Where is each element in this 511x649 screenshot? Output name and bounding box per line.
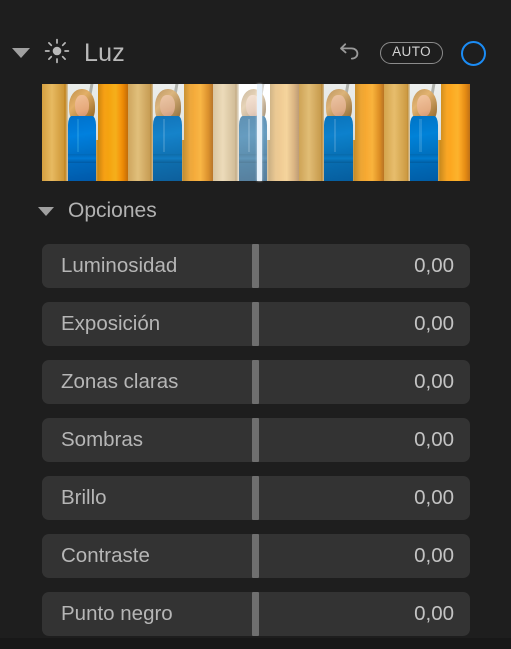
filmstrip-thumbnail[interactable] <box>42 84 128 181</box>
thumbnail-dress-belt <box>67 153 96 163</box>
slider-row-brillo[interactable]: Brillo 0,00 <box>42 476 470 520</box>
slider-handle[interactable] <box>252 244 259 288</box>
thumbnail-curtain-left <box>42 84 65 181</box>
page-title: Luz <box>84 38 125 67</box>
thumbnail-dress-fold <box>162 118 165 152</box>
header-controls: AUTO <box>338 39 486 68</box>
slider-handle[interactable] <box>252 418 259 462</box>
thumbnail-dress <box>238 116 268 181</box>
slider-row-contraste[interactable]: Contraste 0,00 <box>42 534 470 578</box>
thumbnail-curtain-right <box>365 84 385 181</box>
filmstrip-thumbnail[interactable] <box>127 84 214 181</box>
thumbnail-dress <box>67 116 96 181</box>
thumbnail-curtain-right <box>108 84 128 181</box>
slider-value[interactable]: 0,00 <box>414 592 454 636</box>
revert-arrow-icon[interactable] <box>338 39 362 68</box>
thumbnail-face <box>160 94 175 117</box>
options-label: Opciones <box>68 199 157 222</box>
thumbnail-dress-belt <box>410 153 439 163</box>
thumbnail-dress-belt <box>238 153 268 163</box>
slider-value[interactable]: 0,00 <box>414 360 454 404</box>
slider-row-punto-negro[interactable]: Punto negro 0,00 <box>42 592 470 636</box>
thumbnail-dress-belt <box>324 153 353 163</box>
filmstrip-thumbnail[interactable] <box>298 84 385 181</box>
thumbnail-dress <box>153 116 182 181</box>
slider-value[interactable]: 0,00 <box>414 476 454 520</box>
slider-row-luminosidad[interactable]: Luminosidad 0,00 <box>42 244 470 288</box>
filmstrip-playhead[interactable] <box>257 84 262 181</box>
slider-handle[interactable] <box>252 476 259 520</box>
slider-row-zonas-claras[interactable]: Zonas claras 0,00 <box>42 360 470 404</box>
slider-row-exposicion[interactable]: Exposición 0,00 <box>42 302 470 346</box>
auto-button[interactable]: AUTO <box>380 42 443 64</box>
thumbnail-dress-fold <box>333 118 336 152</box>
filmstrip-thumbnail[interactable] <box>384 84 470 181</box>
slider-label: Zonas claras <box>61 370 179 393</box>
filmstrip-thumbnail-selected[interactable] <box>213 84 299 181</box>
slider-label: Luminosidad <box>61 254 178 277</box>
slider-row-sombras[interactable]: Sombras 0,00 <box>42 418 470 462</box>
slider-value[interactable]: 0,00 <box>414 534 454 578</box>
panel-bottom-edge <box>0 638 511 649</box>
thumbnail-curtain-left <box>298 84 322 181</box>
thumbnail-curtain-left <box>213 84 236 181</box>
triangle-down-icon[interactable] <box>38 206 54 216</box>
slider-handle[interactable] <box>252 302 259 346</box>
thumbnail-face <box>74 94 90 117</box>
slider-handle[interactable] <box>252 360 259 404</box>
thumbnail-dress-belt <box>153 153 182 163</box>
thumbnail-dress-fold <box>419 118 422 152</box>
light-variations-filmstrip[interactable] <box>42 84 470 181</box>
light-adjustment-panel: Luz AUTO Opciones Luminosidad 0,00 Expos… <box>0 0 511 649</box>
slider-list: Luminosidad 0,00 Exposición 0,00 Zonas c… <box>42 244 470 649</box>
thumbnail-curtain-left <box>384 84 407 181</box>
slider-value[interactable]: 0,00 <box>414 418 454 462</box>
slider-label: Exposición <box>61 312 161 335</box>
slider-label: Brillo <box>61 486 107 509</box>
thumbnail-face <box>331 94 346 117</box>
sun-icon <box>44 38 70 69</box>
thumbnail-curtain-right <box>194 84 214 181</box>
thumbnail-dress-fold <box>248 118 251 152</box>
slider-label: Punto negro <box>61 602 173 625</box>
thumbnail-curtain-right <box>279 84 299 181</box>
thumbnail-dress <box>324 116 353 181</box>
options-disclosure-row[interactable]: Opciones <box>0 193 511 229</box>
thumbnail-dress <box>410 116 439 181</box>
thumbnail-dress-fold <box>77 118 80 152</box>
slider-label: Contraste <box>61 544 150 567</box>
slider-handle[interactable] <box>252 592 259 636</box>
slider-value[interactable]: 0,00 <box>414 302 454 346</box>
section-header[interactable]: Luz AUTO <box>0 30 511 76</box>
thumbnail-curtain-left <box>127 84 150 181</box>
slider-handle[interactable] <box>252 534 259 578</box>
circle-ring-icon[interactable] <box>461 40 486 66</box>
thumbnail-curtain-right <box>451 84 470 181</box>
slider-value[interactable]: 0,00 <box>414 244 454 288</box>
triangle-down-icon[interactable] <box>12 48 30 58</box>
slider-label: Sombras <box>61 428 144 451</box>
